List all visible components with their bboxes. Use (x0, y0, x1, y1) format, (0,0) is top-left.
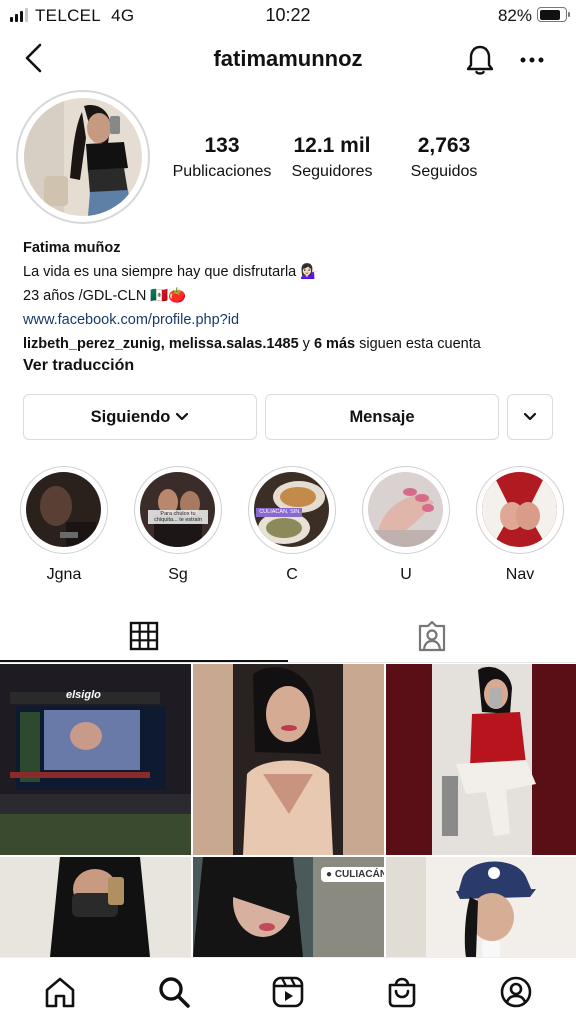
highlight-c[interactable]: CULIACÁN, SIN. C (247, 466, 337, 584)
followed-by-more: 6 más (313, 336, 356, 352)
location-sticker: ● CULIACÁN (321, 867, 384, 882)
more-horizontal-icon (520, 57, 544, 63)
highlight-cover (26, 472, 101, 547)
battery-percent: 82% (497, 6, 532, 25)
message-button[interactable]: Mensaje (265, 394, 499, 440)
message-button-label: Mensaje (349, 407, 415, 426)
highlight-label: Sg (168, 566, 188, 583)
highlight-jgna[interactable]: Jgna (19, 466, 109, 584)
nav-search-button[interactable] (154, 972, 194, 1012)
bio-line-1: La vida es una siempre hay que disfrutar… (23, 264, 319, 280)
profile-bio: Fatima muñoz La vida es una siempre hay … (23, 240, 563, 382)
following-button[interactable]: Siguiendo (23, 394, 257, 440)
tab-posts-grid[interactable] (0, 610, 288, 662)
avatar-photo (24, 98, 142, 216)
highlight-label: Nav (505, 566, 535, 583)
stat-posts[interactable]: 133 Publicaciones (164, 134, 280, 181)
stat-following-value: 2,763 (417, 134, 471, 157)
highlight-cover (482, 472, 557, 547)
search-icon (159, 977, 190, 1008)
stat-followers-label: Seguidores (291, 163, 373, 180)
highlight-cover: CULIACÁN, SIN. (254, 472, 329, 547)
followed-by-and: y (298, 336, 314, 352)
highlight-label: U (400, 566, 412, 583)
grid-icon (129, 621, 159, 651)
shop-icon (388, 977, 416, 1008)
home-icon (45, 977, 75, 1008)
battery-icon (537, 7, 570, 22)
reels-icon (272, 976, 304, 1008)
post-thumbnail[interactable]: elsiglo (0, 664, 191, 855)
post-thumbnail[interactable] (386, 664, 576, 855)
location-sticker-text: CULIACÁN (334, 869, 384, 880)
highlight-cover: Para chulos tu chiquita... te estrain (140, 472, 215, 547)
chevron-down-icon (523, 412, 537, 421)
profile-icon (500, 976, 532, 1008)
stat-followers-value: 12.1 mil (293, 134, 371, 157)
tagged-person-icon (418, 620, 446, 652)
chevron-down-icon (176, 412, 189, 421)
location-pin-icon: ● (326, 869, 333, 880)
post-thumbnail[interactable] (0, 857, 191, 957)
back-button[interactable] (18, 38, 50, 78)
post-thumbnail[interactable]: ● CULIACÁN (193, 857, 384, 957)
stat-following-label: Seguidos (410, 163, 478, 180)
following-button-label: Siguiendo (90, 407, 171, 426)
clock: 10:22 (265, 5, 311, 25)
tab-divider (0, 662, 576, 663)
stat-posts-label: Publicaciones (172, 163, 272, 180)
followed-by-suffix: siguen esta cuenta (355, 336, 481, 352)
suggested-accounts-button[interactable] (507, 394, 553, 440)
tab-tagged[interactable] (288, 610, 576, 662)
post-thumbnail[interactable] (193, 664, 384, 855)
status-bar: TELCEL 4G 10:22 82% (0, 0, 576, 32)
bio-line-2: 23 años /GDL-CLN 🇲🇽🍅 (23, 288, 187, 304)
highlight-nav[interactable]: Nav (475, 466, 565, 584)
highlight-sg[interactable]: Para chulos tu chiquita... te estrain Sg (133, 466, 223, 584)
followed-by-users: lizbeth_perez_zunig, melissa.salas.1485 (23, 336, 299, 352)
nav-shop-button[interactable] (382, 972, 422, 1012)
nav-profile-button[interactable] (496, 972, 536, 1012)
highlight-label: Jgna (46, 566, 82, 583)
post-thumbnail[interactable] (386, 857, 576, 957)
stat-followers[interactable]: 12.1 mil Seguidores (282, 134, 382, 181)
stat-following[interactable]: 2,763 Seguidos (398, 134, 490, 181)
profile-avatar[interactable] (16, 90, 150, 224)
more-options-button[interactable] (514, 42, 550, 78)
bell-icon (466, 45, 494, 75)
chevron-left-icon (25, 43, 42, 73)
highlight-caption: Para chulos tu chiquita... te estrain (154, 511, 202, 523)
nav-home-button[interactable] (40, 972, 80, 1012)
bio-link[interactable]: www.facebook.com/profile.php?id (23, 312, 563, 336)
stadium-sign: elsiglo (66, 689, 101, 701)
stat-posts-value: 133 (204, 134, 240, 157)
display-name: Fatima muñoz (23, 240, 121, 256)
highlight-label: C (286, 566, 298, 583)
nav-reels-button[interactable] (268, 972, 308, 1012)
translate-link[interactable]: Ver traducción (23, 358, 563, 382)
highlight-location-sticker: CULIACÁN, SIN. (259, 509, 301, 515)
highlight-cover (368, 472, 443, 547)
notifications-button[interactable] (462, 42, 498, 78)
highlight-u[interactable]: U (361, 466, 451, 584)
bottom-navigation (0, 957, 576, 1024)
